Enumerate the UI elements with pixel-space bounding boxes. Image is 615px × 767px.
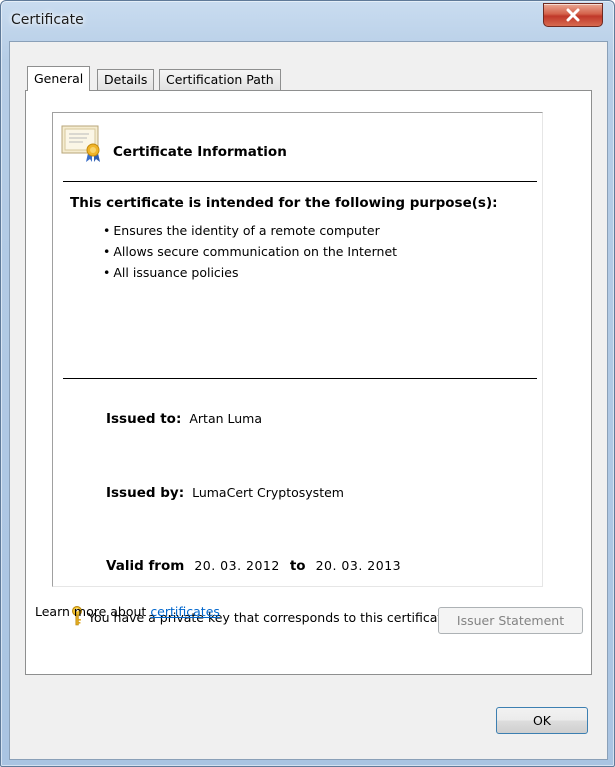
- tab-details-label: Details: [104, 72, 148, 87]
- issuer-statement-button[interactable]: Issuer Statement: [438, 607, 583, 634]
- ok-label: OK: [532, 713, 552, 728]
- purpose-heading: This certificate is intended for the fol…: [70, 195, 498, 211]
- learn-more-text: Learn more about: [35, 604, 147, 619]
- issued-by-value: LumaCert Cryptosystem: [192, 485, 344, 500]
- close-button[interactable]: [543, 3, 603, 27]
- divider-top: [63, 181, 537, 182]
- valid-from-date: 20. 03. 2012: [194, 558, 280, 573]
- divider-bottom: [63, 378, 537, 379]
- certificates-link[interactable]: certificates: [150, 604, 220, 619]
- issued-to-value: Artan Luma: [189, 411, 263, 426]
- issued-by-label: Issued by:: [106, 485, 185, 501]
- certificate-icon: [61, 125, 100, 162]
- tab-certification-path[interactable]: Certification Path: [159, 69, 281, 90]
- tab-general-label: General: [34, 71, 84, 86]
- tab-general[interactable]: General: [27, 66, 91, 91]
- issued-to-row: Issued to: Artan Luma: [106, 411, 262, 427]
- validity-row: Valid from 20. 03. 2012 to 20. 03. 2013: [106, 558, 411, 574]
- info-title: Certificate Information: [113, 144, 287, 160]
- window-title: Certificate: [11, 12, 84, 28]
- valid-to-label: to: [289, 558, 306, 574]
- list-item: Ensures the identity of a remote compute…: [103, 220, 397, 241]
- certificate-info-box: Certificate Information This certificate…: [52, 112, 543, 626]
- issued-by-row: Issued by: LumaCert Cryptosystem: [106, 485, 344, 501]
- valid-from-label: Valid from: [106, 558, 185, 574]
- certificate-dialog: Certificate General Details Certificatio…: [0, 0, 615, 767]
- list-item: All issuance policies: [103, 262, 397, 283]
- valid-to-date: 20. 03. 2013: [315, 558, 402, 573]
- close-icon: [566, 8, 580, 22]
- list-item: Allows secure communication on the Inter…: [103, 241, 397, 262]
- title-bar[interactable]: Certificate: [1, 1, 614, 41]
- ok-button[interactable]: OK: [496, 707, 588, 734]
- tab-certification-path-label: Certification Path: [166, 72, 274, 87]
- tab-details[interactable]: Details: [97, 69, 155, 90]
- dialog-content: General Details Certification Path Certi…: [9, 41, 608, 760]
- issuer-statement-label: Issuer Statement: [456, 613, 565, 628]
- issued-to-label: Issued to:: [106, 411, 182, 427]
- purpose-list: Ensures the identity of a remote compute…: [103, 220, 397, 283]
- general-tab-panel: Certificate Information This certificate…: [25, 90, 592, 675]
- learn-more-row: Learn more about certificates: [35, 604, 220, 619]
